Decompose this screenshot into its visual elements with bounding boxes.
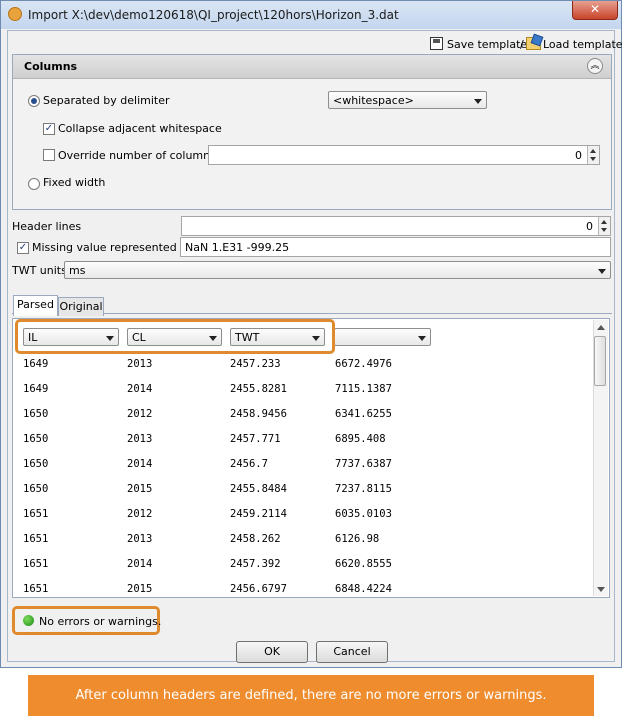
table-cell: 2015 xyxy=(127,483,153,495)
table-cell: 1651 xyxy=(23,508,49,520)
table-cell: 2455.8484 xyxy=(230,483,287,495)
override-columns-spinner[interactable] xyxy=(587,146,599,164)
delimiter-select[interactable]: <whitespace> xyxy=(328,91,487,109)
table-cell: 1651 xyxy=(23,558,49,570)
scroll-thumb[interactable] xyxy=(594,336,606,386)
table-cell: 6035.0103 xyxy=(335,508,392,520)
missing-value-field[interactable]: NaN 1.E31 -999.25 xyxy=(180,237,611,257)
table-cell: 1650 xyxy=(23,408,49,420)
table-cell: 2012 xyxy=(127,508,153,520)
chevron-down-icon xyxy=(418,336,426,341)
save-template-link[interactable]: Save template xyxy=(447,38,527,51)
table-cell: 2013 xyxy=(127,433,153,445)
table-cell: 1651 xyxy=(23,583,49,595)
table-cell: 2458.9456 xyxy=(230,408,287,420)
table-cell: 6620.8555 xyxy=(335,558,392,570)
override-columns-value: 0 xyxy=(575,149,582,162)
table-cell: 2014 xyxy=(127,383,153,395)
scroll-down-icon[interactable] xyxy=(597,587,605,592)
table-cell: 1649 xyxy=(23,358,49,370)
header-lines-label: Header lines xyxy=(12,220,82,233)
spin-up-icon[interactable] xyxy=(601,220,607,224)
separated-by-delimiter-label: Separated by delimiter xyxy=(43,94,170,107)
table-cell: 6341.6255 xyxy=(335,408,392,420)
table-cell: 6848.4224 xyxy=(335,583,392,595)
spin-down-icon[interactable] xyxy=(590,157,596,161)
missing-value-text: NaN 1.E31 -999.25 xyxy=(185,241,290,254)
ok-button[interactable]: OK xyxy=(236,641,308,663)
load-template-link[interactable]: Load template xyxy=(543,38,623,51)
table-cell: 2013 xyxy=(127,358,153,370)
tab-parsed[interactable]: Parsed xyxy=(13,295,58,316)
fixed-width-label: Fixed width xyxy=(43,176,106,189)
chevron-down-icon xyxy=(598,269,606,274)
column-select-4[interactable] xyxy=(334,328,431,346)
collapse-whitespace-checkbox[interactable]: ✓ xyxy=(43,123,55,135)
table-cell: 6672.4976 xyxy=(335,358,392,370)
table-cell: 2457.392 xyxy=(230,558,281,570)
table-cell: 2012 xyxy=(127,408,153,420)
status-ok-icon xyxy=(23,615,34,626)
separated-by-delimiter-radio[interactable] xyxy=(28,95,40,107)
missing-value-label: Missing value represented by xyxy=(32,241,194,254)
spin-down-icon[interactable] xyxy=(601,228,607,232)
table-cell: 1650 xyxy=(23,433,49,445)
folder-open-icon[interactable] xyxy=(526,37,541,50)
table-cell: 6126.98 xyxy=(335,533,380,545)
columns-panel-header xyxy=(13,55,611,79)
table-cell: 1651 xyxy=(23,533,49,545)
table-cell: 2457.233 xyxy=(230,358,281,370)
override-columns-field[interactable]: 0 xyxy=(208,145,600,165)
tab-original[interactable]: Original xyxy=(58,297,104,316)
status-message: No errors or warnings. xyxy=(39,615,162,628)
table-cell: 7737.6387 xyxy=(335,458,392,470)
close-button[interactable]: ✕ xyxy=(572,1,618,20)
table-cell: 2456.6797 xyxy=(230,583,287,595)
table-cell: 2459.2114 xyxy=(230,508,287,520)
save-icon[interactable] xyxy=(430,37,443,50)
caption-banner: After column headers are defined, there … xyxy=(28,675,594,716)
table-cell: 7237.8115 xyxy=(335,483,392,495)
table-cell: 1650 xyxy=(23,458,49,470)
table-cell: 2458.262 xyxy=(230,533,281,545)
table-cell: 1650 xyxy=(23,483,49,495)
table-cell: 2456.7 xyxy=(230,458,268,470)
table-cell: 2455.8281 xyxy=(230,383,287,395)
header-lines-field[interactable]: 0 xyxy=(181,216,611,236)
delimiter-value: <whitespace> xyxy=(333,94,414,107)
spin-up-icon[interactable] xyxy=(590,149,596,153)
parsed-table xyxy=(12,318,610,598)
table-cell: 6895.408 xyxy=(335,433,386,445)
chevron-down-icon xyxy=(474,99,482,104)
scroll-up-icon[interactable] xyxy=(597,325,605,330)
collapse-chevron-icon[interactable]: ︽ xyxy=(587,58,603,74)
table-cell: 2014 xyxy=(127,558,153,570)
table-cell: 7115.1387 xyxy=(335,383,392,395)
link-separator: / xyxy=(520,38,524,51)
collapse-whitespace-label: Collapse adjacent whitespace xyxy=(58,122,222,135)
twt-units-select[interactable]: ms xyxy=(64,261,611,279)
twt-units-value: ms xyxy=(69,264,86,277)
app-icon xyxy=(8,7,22,21)
cancel-button[interactable]: Cancel xyxy=(316,641,388,663)
columns-panel-title: Columns xyxy=(24,60,78,73)
header-lines-spinner[interactable] xyxy=(598,217,610,235)
override-columns-label: Override number of columns xyxy=(58,149,216,162)
table-cell: 2014 xyxy=(127,458,153,470)
fixed-width-radio[interactable] xyxy=(28,178,40,190)
table-cell: 2457.771 xyxy=(230,433,281,445)
table-cell: 1649 xyxy=(23,383,49,395)
twt-units-label: TWT units xyxy=(12,264,67,277)
table-cell: 2013 xyxy=(127,533,153,545)
override-columns-checkbox[interactable] xyxy=(43,149,55,161)
missing-value-checkbox[interactable]: ✓ xyxy=(17,242,29,254)
window-title: Import X:\dev\demo120618\QI_project\120h… xyxy=(28,8,399,22)
column-headers-highlight xyxy=(15,319,335,354)
header-lines-value: 0 xyxy=(586,220,593,233)
table-cell: 2015 xyxy=(127,583,153,595)
